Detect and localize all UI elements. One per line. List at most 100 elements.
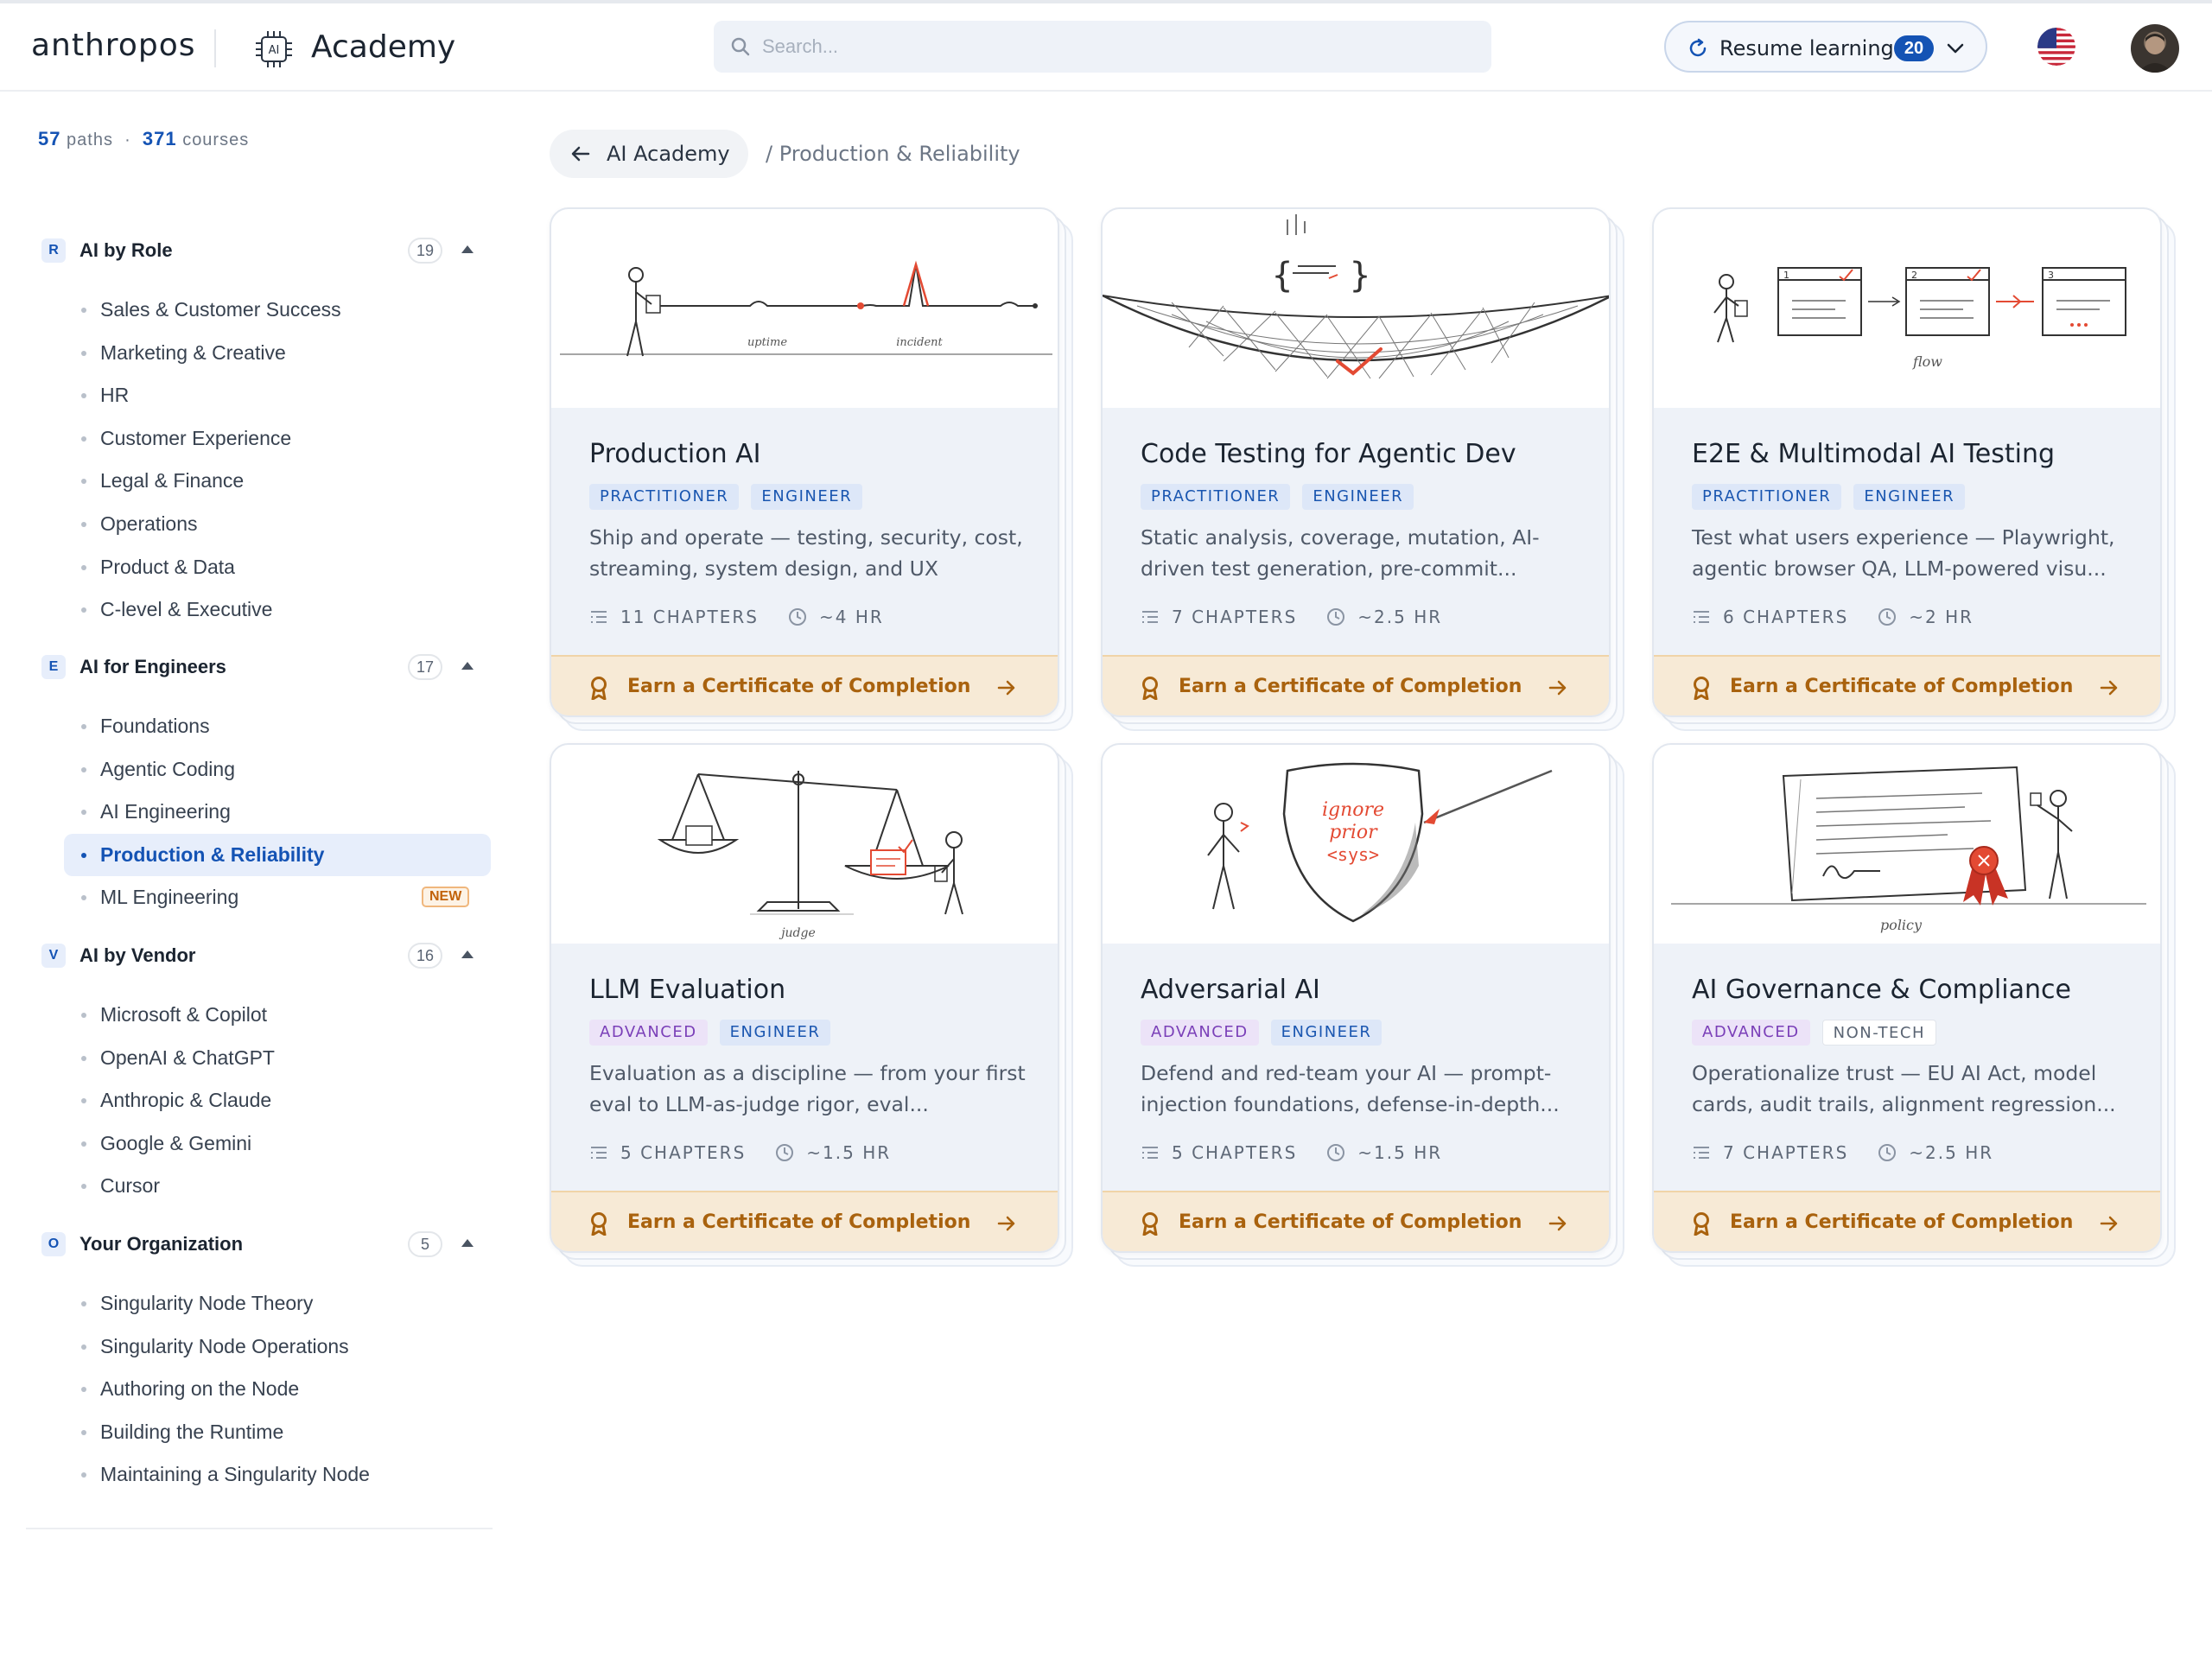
- sidebar-item[interactable]: Customer Experience: [38, 417, 491, 461]
- sidebar-item[interactable]: Microsoft & Copilot: [38, 994, 491, 1037]
- course-title[interactable]: Adversarial AI: [1141, 975, 1320, 1005]
- sidebar-item[interactable]: Product & Data: [38, 546, 491, 589]
- award-icon: [1142, 1212, 1158, 1236]
- course-title[interactable]: Code Testing for Agentic Dev: [1141, 439, 1516, 469]
- course-title[interactable]: AI Governance & Compliance: [1692, 975, 2071, 1005]
- course-card[interactable]: uptime incident Production AI PRACTITION…: [550, 207, 1059, 717]
- course-tags: PRACTITIONER ENGINEER: [1141, 484, 1414, 510]
- sidebar-item[interactable]: Anthropic & Claude: [38, 1079, 491, 1122]
- sidebar-group-ai-for-engineers: E AI for Engineers 17 Foundations Agenti…: [38, 650, 491, 919]
- arrow-right-icon: [1548, 680, 1567, 696]
- sidebar-item-active[interactable]: Production & Reliability: [64, 833, 491, 877]
- course-title[interactable]: Production AI: [589, 439, 761, 469]
- sidebar-item[interactable]: AI Engineering: [38, 791, 491, 834]
- us-flag-icon[interactable]: [2037, 28, 2075, 66]
- courses-count: 371: [142, 128, 177, 149]
- breadcrumb-current: / Production & Reliability: [766, 142, 1020, 166]
- certificate-link[interactable]: Earn a Certificate of Completion: [551, 1191, 1058, 1251]
- search-input[interactable]: [762, 28, 1471, 66]
- chapters-count: 5 CHAPTERS: [620, 1142, 747, 1163]
- certificate-link[interactable]: Earn a Certificate of Completion: [1654, 655, 2160, 715]
- group-title: AI by Vendor: [79, 944, 196, 966]
- certificate-label: Earn a Certificate of Completion: [1730, 1211, 2074, 1233]
- sidebar-item[interactable]: Foundations: [38, 705, 491, 748]
- sidebar-item[interactable]: ML Engineering NEW: [38, 876, 491, 919]
- collapse-caret-icon[interactable]: [461, 1239, 474, 1247]
- certificate-label: Earn a Certificate of Completion: [1179, 1211, 1522, 1233]
- chevron-down-icon: [1947, 43, 1964, 54]
- brand-logo[interactable]: anthropos: [31, 28, 195, 63]
- chapters-icon: [1142, 611, 1158, 623]
- sidebar-item[interactable]: Google & Gemini: [38, 1122, 491, 1166]
- course-card[interactable]: policy AI Governance & Compliance ADVANC…: [1652, 743, 2162, 1253]
- search-bar[interactable]: [714, 21, 1491, 73]
- illus-brace-close: }: [1350, 256, 1370, 296]
- sidebar-item[interactable]: Building the Runtime: [38, 1411, 491, 1454]
- sidebar-group-header[interactable]: R AI by Role 19: [38, 233, 491, 268]
- level-tag: PRACTITIONER: [589, 484, 740, 510]
- audience-tag: ENGINEER: [1853, 484, 1966, 510]
- sidebar-item[interactable]: Operations: [38, 503, 491, 546]
- group-letter-badge: O: [41, 1232, 66, 1256]
- search-icon: [731, 37, 750, 56]
- course-description: Test what users experience — Playwright,…: [1692, 525, 2115, 581]
- sidebar-item[interactable]: HR: [38, 374, 491, 417]
- illus-label-flow: flow: [1912, 353, 1942, 370]
- course-card[interactable]: ignore prior <sys> Adversarial AI ADVANC…: [1101, 743, 1611, 1253]
- stats-separator: ·: [124, 130, 131, 149]
- breadcrumb-back-button[interactable]: AI Academy: [550, 130, 748, 178]
- sidebar-item[interactable]: Legal & Finance: [38, 460, 491, 503]
- course-card-code-testing[interactable]: { } Code Testing for Agentic Dev PRACTIT…: [1101, 207, 1624, 731]
- course-duration: ~1.5 HR: [1357, 1142, 1443, 1163]
- sidebar-group-header[interactable]: O Your Organization 5: [38, 1227, 491, 1262]
- user-avatar[interactable]: [2131, 24, 2179, 73]
- level-tag: PRACTITIONER: [1692, 484, 1842, 510]
- course-card-llm-evaluation[interactable]: judge LLM Evaluation ADVANCED ENGINEER E…: [550, 743, 1073, 1267]
- course-meta: 6 CHAPTERS ~2 HR: [1692, 607, 1974, 627]
- course-card[interactable]: judge LLM Evaluation ADVANCED ENGINEER E…: [550, 743, 1059, 1253]
- course-title[interactable]: LLM Evaluation: [589, 975, 785, 1005]
- course-title[interactable]: E2E & Multimodal AI Testing: [1692, 439, 2055, 469]
- sidebar-item[interactable]: Maintaining a Singularity Node: [38, 1453, 491, 1497]
- sidebar-group-header[interactable]: E AI for Engineers 17: [38, 650, 491, 684]
- sidebar-item[interactable]: Singularity Node Theory: [38, 1282, 491, 1325]
- collapse-caret-icon[interactable]: [461, 245, 474, 253]
- course-card[interactable]: 1 2 3 flow E2E & Multimodal AI Testing P…: [1652, 207, 2162, 717]
- sidebar-item[interactable]: Agentic Coding: [38, 748, 491, 791]
- step-2-label: 2: [1911, 270, 1917, 281]
- resume-learning-button[interactable]: Resume learning 20: [1664, 21, 1987, 73]
- sidebar-item[interactable]: Sales & Customer Success: [38, 289, 491, 332]
- sidebar-item[interactable]: Cursor: [38, 1165, 491, 1208]
- shield-illustration: ignore prior <sys>: [1207, 762, 1553, 923]
- group-count: 19: [408, 238, 442, 264]
- group-letter-badge: E: [41, 655, 66, 679]
- certificate-link[interactable]: Earn a Certificate of Completion: [1103, 655, 1609, 715]
- breadcrumb-root: AI Academy: [607, 142, 730, 166]
- course-card-e2e-testing[interactable]: 1 2 3 flow E2E & Multimodal AI Testing P…: [1652, 207, 2176, 731]
- app-title[interactable]: Academy: [311, 29, 455, 65]
- sidebar-item[interactable]: C-level & Executive: [38, 588, 491, 632]
- course-card-production-ai[interactable]: uptime incident Production AI PRACTITION…: [550, 207, 1073, 731]
- sidebar-item[interactable]: Marketing & Creative: [38, 332, 491, 375]
- top-bar: anthropos AI Academy Resume learning 20: [0, 3, 2212, 92]
- course-meta: 11 CHAPTERS ~4 HR: [589, 607, 884, 627]
- certificate-link[interactable]: Earn a Certificate of Completion: [551, 655, 1058, 715]
- sidebar-item[interactable]: OpenAI & ChatGPT: [38, 1037, 491, 1080]
- course-card[interactable]: { } Code Testing for Agentic Dev PRACTIT…: [1101, 207, 1611, 717]
- course-tags: ADVANCED ENGINEER: [1141, 1020, 1382, 1046]
- course-card-adversarial-ai[interactable]: ignore prior <sys> Adversarial AI ADVANC…: [1101, 743, 1624, 1267]
- course-card-ai-governance[interactable]: policy AI Governance & Compliance ADVANC…: [1652, 743, 2176, 1267]
- level-tag: ADVANCED: [1692, 1020, 1810, 1046]
- card-illustration: judge: [551, 745, 1058, 944]
- award-icon: [591, 677, 607, 700]
- collapse-caret-icon[interactable]: [461, 662, 474, 670]
- resume-count-badge: 20: [1894, 35, 1934, 61]
- sidebar-item[interactable]: Authoring on the Node: [38, 1368, 491, 1411]
- sidebar-group-header[interactable]: V AI by Vendor 16: [38, 938, 491, 973]
- test-flow-illustration: 1 2 3 flow: [1713, 267, 2126, 370]
- certificate-label: Earn a Certificate of Completion: [627, 676, 971, 697]
- certificate-link[interactable]: Earn a Certificate of Completion: [1654, 1191, 2160, 1251]
- certificate-link[interactable]: Earn a Certificate of Completion: [1103, 1191, 1609, 1251]
- sidebar-item[interactable]: Singularity Node Operations: [38, 1325, 491, 1369]
- collapse-caret-icon[interactable]: [461, 950, 474, 958]
